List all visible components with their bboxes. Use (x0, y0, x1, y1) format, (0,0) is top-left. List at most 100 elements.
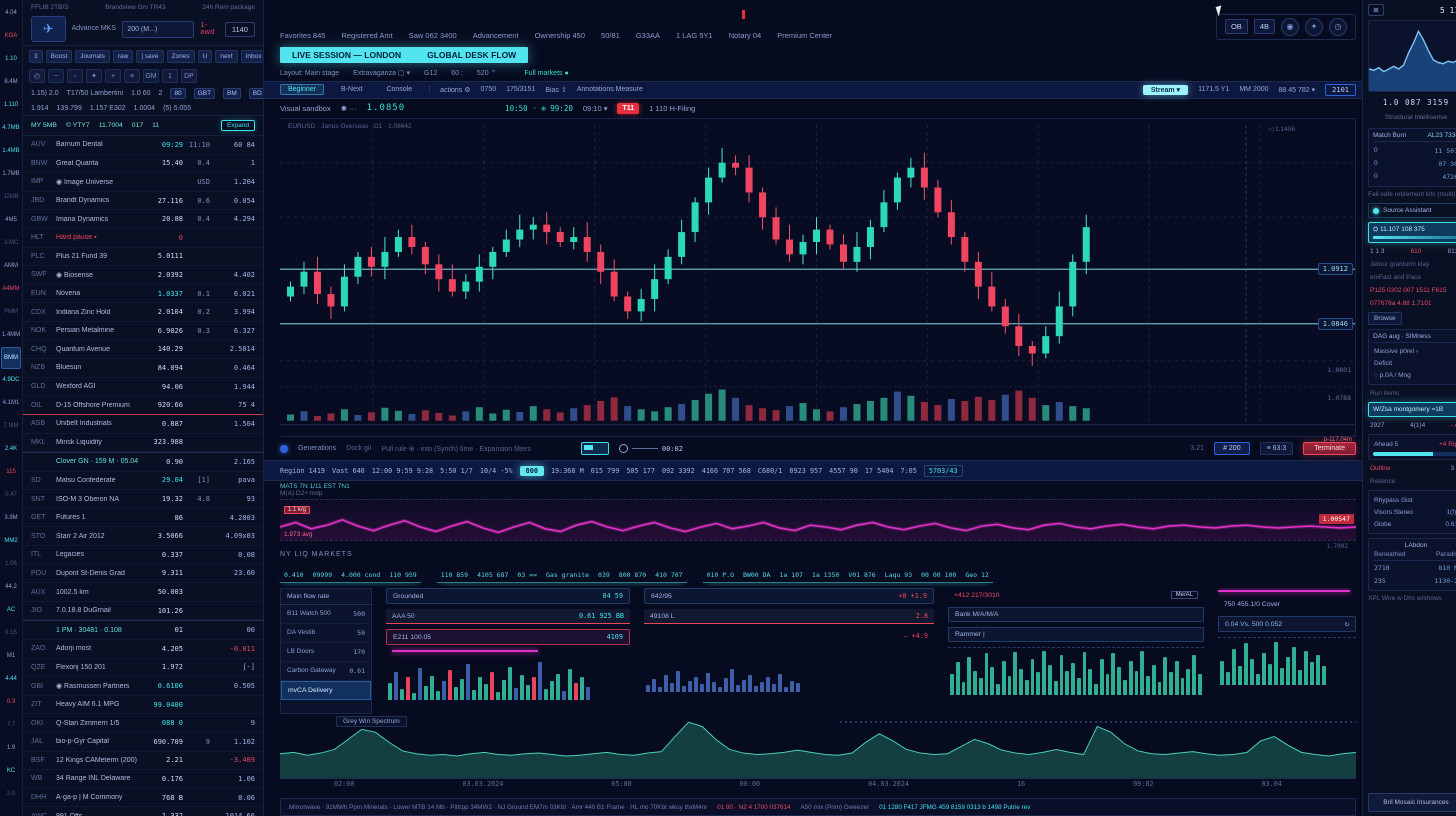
group-chip[interactable]: Gas granite (546, 571, 589, 579)
account-number-box[interactable]: 1140 (225, 22, 255, 37)
slider-knob[interactable] (619, 444, 628, 453)
rail-item[interactable]: MM2 (0, 530, 22, 553)
watchlist-row[interactable]: GLDWexford AGI94.061.944 (23, 378, 263, 397)
rail-item[interactable]: M1 (0, 645, 22, 668)
stream-button[interactable]: Stream ▾ (1143, 85, 1188, 95)
tab-b-next[interactable]: B-Next (334, 85, 369, 94)
symbol-icons[interactable]: ✱ ··· (341, 104, 357, 113)
stat-chip[interactable]: 092 3392 (662, 467, 695, 475)
subbar-item[interactable]: G12 (424, 70, 437, 77)
watchlist-row[interactable]: AUX1002.5 km50.003 (23, 583, 263, 602)
toolbar-icon[interactable]: ~ (48, 69, 64, 83)
watchlist-row[interactable]: HLTHard pause ▪0 (23, 229, 263, 248)
tabbar-chip[interactable]: Bias ⇧ (545, 86, 566, 94)
watchlist-row[interactable]: SNTISO-M 3 Oberon NA19.324.893 (23, 490, 263, 509)
rail-item[interactable]: 4.04 (0, 2, 22, 25)
reliance-label[interactable]: Reliance (1368, 477, 1456, 486)
flow-row[interactable]: E211 100.054109 (386, 629, 630, 645)
rail-item[interactable]: 4M5 (0, 209, 22, 232)
rail-item[interactable]: 3.MC (0, 232, 22, 255)
menubar-button[interactable]: 4B (1254, 19, 1275, 34)
rail-item[interactable]: 1.9 (0, 737, 22, 760)
rail-item[interactable]: 1.7MB (0, 163, 22, 186)
toolbar-chip[interactable]: Journals (75, 50, 110, 63)
flow-row[interactable]: 750 455.1/0 Cover (1218, 598, 1356, 611)
clock-icon[interactable]: ◷ (1329, 18, 1347, 36)
rail-item[interactable]: A4MM (0, 278, 22, 301)
flow-list-item[interactable]: DA Vestib50 (281, 624, 371, 643)
rail-item[interactable]: 1.4MB (0, 140, 22, 163)
subbar-item[interactable]: 60 ; (451, 70, 463, 77)
menu-item[interactable]: 50/81 (601, 31, 620, 40)
rail-item[interactable]: 4.9DC (0, 369, 22, 392)
dag-row-2[interactable]: Deficit (1373, 357, 1456, 369)
stat-chip[interactable]: 12:00 9:59 9:28 (372, 467, 433, 475)
rail-item[interactable]: 1.06 (0, 553, 22, 576)
toolbar-chip[interactable]: Inbox (241, 50, 263, 63)
watchlist-row[interactable]: 1 PM · 30481 · 0.1080100 (23, 620, 263, 640)
visors-row[interactable]: Rhypass Gist (1373, 494, 1456, 506)
watchlist-row[interactable]: OILD-15 Offshore Premium920.6675 4 (23, 396, 263, 415)
watchlist-row[interactable]: WB34 Range INL Delaware0.1761.06 (23, 770, 263, 789)
candlestick-chart[interactable]: EURUSD · Janus Overseas · D1 · 1.08642 ◁… (280, 118, 1356, 438)
menu-item[interactable]: Notary 04 (729, 31, 762, 40)
group-chip[interactable]: 1a 1350 (812, 571, 839, 579)
group-chip[interactable]: 1a 107 (779, 571, 802, 579)
rail-item[interactable]: 3.9M (0, 507, 22, 530)
watchlist-row[interactable]: POUDupont St-Denis Grad9.31123.60 (23, 565, 263, 584)
menu-item[interactable]: Ownership 450 (535, 31, 585, 40)
stat-box[interactable]: BM (223, 88, 241, 99)
rail-item[interactable]: 2.0 (0, 783, 22, 806)
group-chip[interactable]: 039 (598, 571, 610, 579)
group-chip[interactable]: 010 P.O (707, 571, 734, 579)
rail-item[interactable]: 8.4M (0, 71, 22, 94)
target-icon[interactable]: ◉ (1281, 18, 1299, 36)
oscillator-panel[interactable]: 1.1 k/g 1.973 avg 1.00547 1.7002 (280, 499, 1356, 541)
group-chip[interactable]: 4.000 cond (341, 571, 380, 579)
subbar-item[interactable]: Extravaganza ▢ ▾ (353, 70, 410, 77)
rail-item[interactable]: KC (0, 760, 22, 783)
menu-item[interactable]: Registered Amt (341, 31, 392, 40)
group-chip[interactable]: 03 == (517, 571, 537, 579)
stat-box[interactable]: BD (249, 88, 263, 99)
rail-item[interactable]: 4.44 (0, 668, 22, 691)
price-box[interactable]: 2101 (1325, 84, 1356, 96)
rail-item[interactable]: 4.7MB (0, 117, 22, 140)
rail-item[interactable]: KOA (0, 25, 22, 48)
price-tag-resistance[interactable]: 1.0912 (1318, 263, 1353, 275)
stat-chip[interactable]: 17 5404 (865, 467, 894, 475)
watchlist-row[interactable]: ZITHeavy AIM 6.1 MPG99.0400 (23, 696, 263, 715)
price-tag-support[interactable]: 1.0846 (1318, 318, 1353, 330)
stat-chip[interactable]: C680/1 (758, 467, 783, 475)
dag-row-1[interactable]: Massive p0rel › (1373, 345, 1456, 357)
stat-chip[interactable]: 0923 957 (789, 467, 822, 475)
signal-icon[interactable]: ✦ (1305, 18, 1323, 36)
rail-item[interactable]: BMM (1, 347, 21, 369)
stat-chip[interactable]: 4166 707 568 (702, 467, 751, 475)
toolbar-icon[interactable]: + (105, 69, 121, 83)
watchlist-row[interactable]: CDXIndiana Zinc Hold2.01040.23.994 (23, 303, 263, 322)
watchlist-row[interactable]: JBDBrandt Dynamics27.1160.60.054 (23, 192, 263, 211)
toolbar-icon[interactable]: GM (143, 69, 159, 83)
menu-item[interactable]: Saw 062 3400 (409, 31, 457, 40)
watchlist-row[interactable]: OKIQ-Stan Zimmern 1/5088 09 (23, 714, 263, 733)
flow-list-item[interactable]: LB Doors170 (281, 643, 371, 662)
rail-item[interactable]: 4.1M1 (0, 392, 22, 415)
toolbar-chip[interactable]: next (215, 50, 237, 63)
group-chip[interactable]: BW00 DA (743, 571, 770, 579)
stat-chip[interactable]: 505 177 (626, 467, 655, 475)
watchlist-row[interactable]: AWC991 Offs1.3321014 66 (23, 807, 263, 816)
flow-row[interactable]: 0.04 Vs. 500 0.052↻ (1218, 616, 1356, 632)
watchlist-row[interactable]: SDMatsu Confederate29.04[1]pava (23, 472, 263, 491)
visors-row[interactable]: Visors Stereo1(f): (1373, 506, 1456, 518)
watchlist-row[interactable]: NZBBluesun84.0940.464 (23, 359, 263, 378)
rail-item[interactable]: 44.2 (0, 576, 22, 599)
flow-list-active-item[interactable]: mvCA Delivery (281, 681, 371, 700)
tabbar-chip[interactable]: 175/3151 (506, 86, 535, 93)
selected-run-row[interactable]: W/Zsa montgomery =1B (1368, 402, 1456, 417)
watchlist-row[interactable]: JIO7.0.18.8 DuGrnail101.26 (23, 602, 263, 621)
watchlist-row[interactable]: Clover GN · 159 M · 05.040.902.165 (23, 452, 263, 472)
watchlist-row[interactable]: NOKPersian Metalmine6.90260.36.327 (23, 322, 263, 341)
stat-chip[interactable]: 5703/43 (924, 465, 963, 477)
watchlist-row[interactable]: AUVBarnum Dental09:2911:1060 84 (23, 136, 263, 155)
